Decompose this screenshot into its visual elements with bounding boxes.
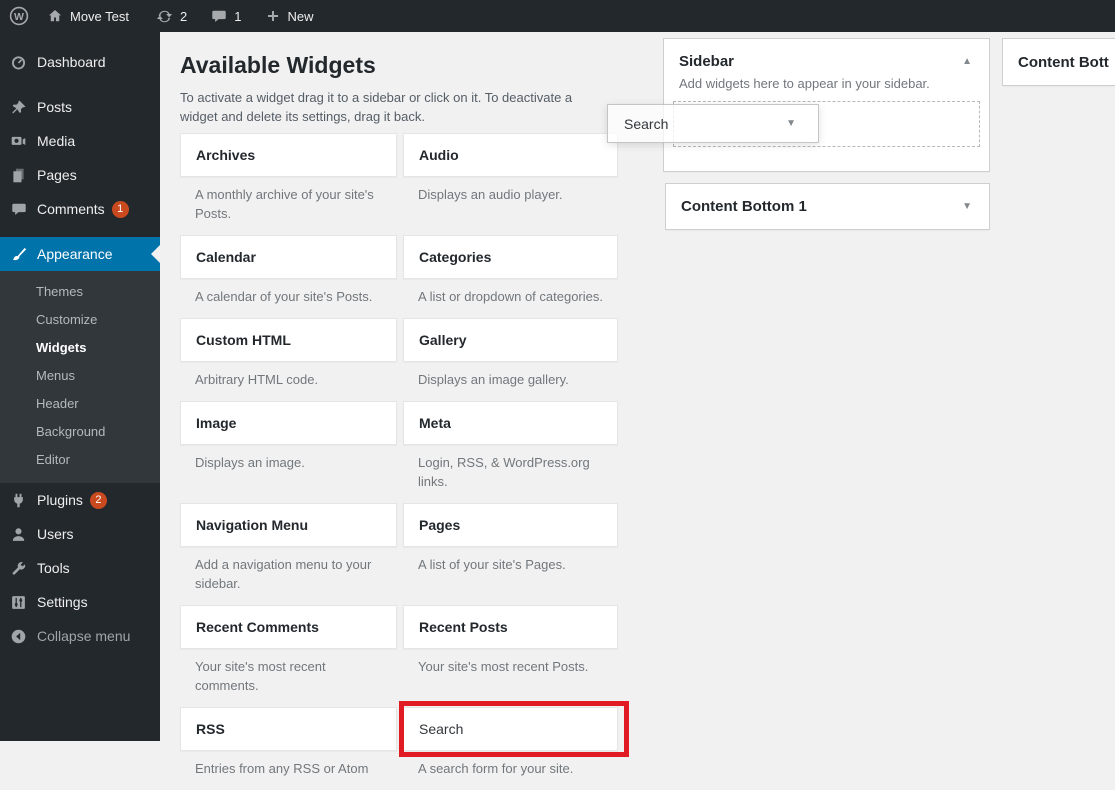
widget-desc: Displays an image. (195, 455, 305, 470)
widget-card-custom-html[interactable]: Custom HTML (180, 318, 397, 362)
site-name-link[interactable]: Move Test (38, 0, 138, 32)
widget-card-audio[interactable]: Audio (403, 133, 618, 177)
widget-desc: Arbitrary HTML code. (195, 372, 319, 387)
submenu-item-themes[interactable]: Themes (0, 278, 160, 306)
sidebar-item-plugins[interactable]: Plugins 2 (0, 483, 160, 517)
available-widgets-description: To activate a widget drag it to a sideba… (180, 90, 573, 124)
dragged-widget-label: Search (624, 115, 669, 132)
updates-count: 2 (180, 8, 188, 24)
widget-desc: Your site's most recent Posts. (418, 659, 589, 674)
admin-bar: W Move Test 2 1 New (0, 0, 1115, 32)
pushpin-icon (0, 99, 37, 116)
widget-card-recent-posts[interactable]: Recent Posts (403, 605, 618, 649)
widget-card-categories[interactable]: Categories (403, 235, 618, 279)
widget-card-rss[interactable]: RSS (180, 707, 397, 751)
submenu-item-customize[interactable]: Customize (0, 306, 160, 334)
widget-card-archives[interactable]: Archives (180, 133, 397, 177)
comments-count: 1 (234, 8, 242, 24)
submenu-item-header[interactable]: Header (0, 390, 160, 418)
widget-desc: A list or dropdown of categories. (418, 289, 603, 304)
plugin-icon (0, 492, 37, 509)
sidebar-panel-title: Sidebar (679, 53, 735, 70)
widget-desc: Your site's most recent comments. (195, 659, 326, 693)
user-icon (0, 526, 37, 543)
chevron-down-icon: ▼ (786, 118, 796, 129)
plugins-count-badge: 2 (89, 491, 107, 509)
widget-card-search[interactable]: Search (403, 707, 618, 751)
sidebar-item-settings[interactable]: Settings (0, 585, 160, 619)
sidebar-item-posts[interactable]: Posts (0, 90, 160, 124)
new-content-link[interactable]: New (257, 0, 322, 32)
site-name-label: Move Test (70, 8, 130, 24)
sidebar-item-appearance[interactable]: Appearance (0, 237, 160, 271)
home-icon (47, 8, 63, 24)
widgets-page: Available Widgets To activate a widget d… (160, 32, 1115, 776)
comments-count-badge: 1 (111, 200, 129, 218)
svg-text:W: W (14, 11, 24, 23)
widget-card-calendar[interactable]: Calendar (180, 235, 397, 279)
collapse-arrow-icon (0, 628, 37, 645)
submenu-item-widgets[interactable]: Widgets (0, 334, 160, 362)
admin-menu: Dashboard Posts Media Pages Comments 1 A… (0, 32, 160, 741)
sidebar-item-users[interactable]: Users (0, 517, 160, 551)
submenu-item-menus[interactable]: Menus (0, 362, 160, 390)
wordpress-logo-icon: W (9, 6, 29, 26)
plus-icon (266, 9, 280, 23)
widget-desc: Displays an audio player. (418, 187, 563, 202)
current-menu-arrow (151, 245, 160, 263)
updates-icon (156, 8, 173, 25)
sidebar-panel-description: Add widgets here to appear in your sideb… (679, 76, 930, 91)
wordpress-logo-menu[interactable]: W (0, 0, 38, 32)
sidebar-item-comments[interactable]: Comments 1 (0, 192, 160, 226)
widget-card-meta[interactable]: Meta (403, 401, 618, 445)
widget-card-image[interactable]: Image (180, 401, 397, 445)
dragged-search-widget[interactable]: Search ▼ (607, 104, 819, 143)
widget-desc: A list of your site's Pages. (418, 557, 566, 572)
widget-card-pages[interactable]: Pages (403, 503, 618, 547)
sidebar-item-tools[interactable]: Tools (0, 551, 160, 585)
sidebar-item-pages[interactable]: Pages (0, 158, 160, 192)
brush-icon (0, 246, 37, 263)
new-label: New (287, 8, 314, 24)
collapse-menu-button[interactable]: Collapse menu (0, 619, 160, 653)
widget-desc: A search form for your site. (418, 761, 574, 776)
content-bottom-2-panel: Content Bott (1002, 38, 1115, 86)
widget-card-gallery[interactable]: Gallery (403, 318, 618, 362)
appearance-submenu: Themes Customize Widgets Menus Header Ba… (0, 271, 160, 483)
settings-sliders-icon (0, 594, 37, 611)
content-bottom-1-panel: Content Bottom 1 ▼ (665, 183, 990, 230)
wrench-icon (0, 560, 37, 577)
sidebar-item-dashboard[interactable]: Dashboard (0, 45, 160, 79)
content-bottom-2-title: Content Bott (1018, 53, 1109, 71)
widget-desc: Entries from any RSS or Atom (195, 761, 369, 776)
collapse-up-icon[interactable]: ▲ (960, 54, 974, 69)
collapse-down-icon[interactable]: ▼ (960, 199, 974, 214)
submenu-item-background[interactable]: Background (0, 418, 160, 446)
updates-link[interactable]: 2 (147, 0, 196, 32)
widget-desc: Displays an image gallery. (418, 372, 569, 387)
widget-desc: A calendar of your site's Posts. (195, 289, 373, 304)
available-widgets-grid: Archives A monthly archive of your site's… (180, 133, 629, 790)
widget-card-navigation-menu[interactable]: Navigation Menu (180, 503, 397, 547)
sidebar-item-media[interactable]: Media (0, 124, 160, 158)
pages-icon (0, 167, 37, 184)
dashboard-icon (0, 54, 37, 71)
widget-desc: Add a navigation menu to your sidebar. (195, 557, 372, 591)
comments-link[interactable]: 1 (202, 0, 250, 32)
comments-icon (0, 201, 37, 217)
comment-bubble-icon (211, 8, 227, 24)
widget-desc: Login, RSS, & WordPress.org links. (418, 455, 590, 489)
submenu-item-editor[interactable]: Editor (0, 446, 160, 474)
content-bottom-1-title: Content Bottom 1 (681, 198, 807, 215)
media-icon (0, 133, 37, 150)
widget-desc: A monthly archive of your site's Posts. (195, 187, 374, 221)
widget-card-recent-comments[interactable]: Recent Comments (180, 605, 397, 649)
